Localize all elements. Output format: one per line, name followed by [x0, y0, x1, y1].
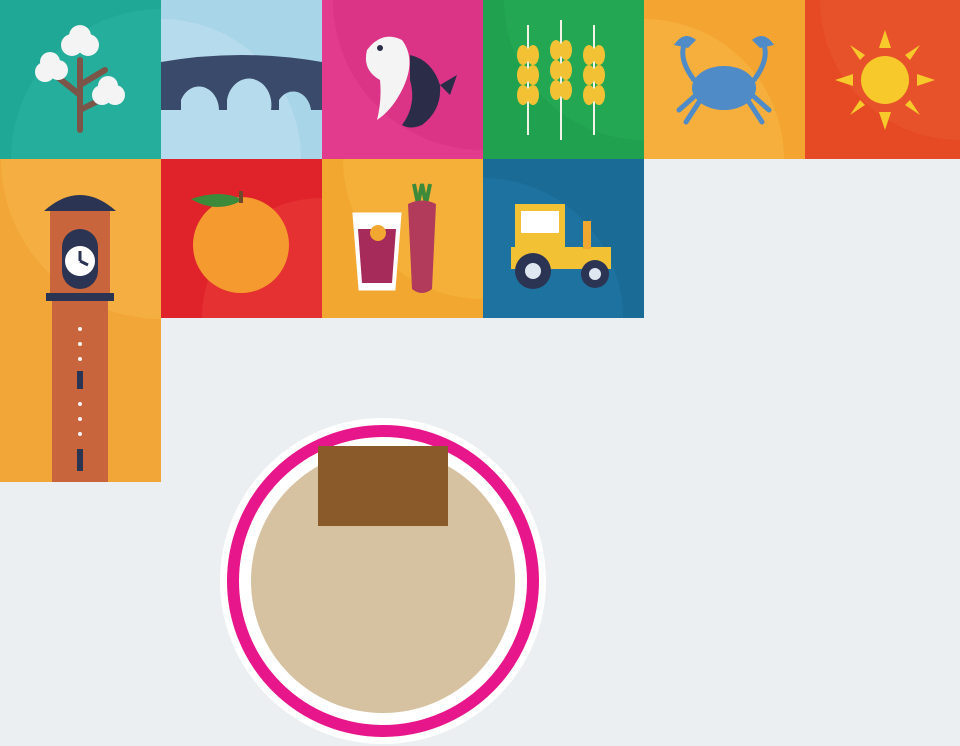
juice-and-carrot-icon — [343, 159, 483, 299]
tile-juice-carrot — [322, 159, 483, 318]
tile-cotton — [0, 0, 161, 159]
tile-sun — [805, 0, 960, 159]
tile-crab — [644, 0, 805, 159]
tile-orange — [161, 159, 322, 318]
tile-fish — [322, 0, 483, 159]
tractor-icon — [483, 178, 623, 318]
crab-icon — [644, 19, 784, 159]
clock-tower-icon — [1, 159, 161, 482]
sun-icon — [820, 0, 960, 140]
tile-tractor — [483, 159, 644, 318]
arch-bridge-icon — [161, 19, 322, 159]
cotton-plant-icon — [11, 9, 161, 159]
fish-pair-icon — [333, 0, 483, 150]
tile-clock-tower — [0, 159, 161, 482]
profile-avatar[interactable] — [218, 416, 548, 746]
tile-wheat — [483, 0, 644, 159]
orange-fruit-icon — [191, 191, 322, 318]
tile-bridge — [161, 0, 322, 159]
wheat-stalks-icon — [504, 0, 644, 140]
